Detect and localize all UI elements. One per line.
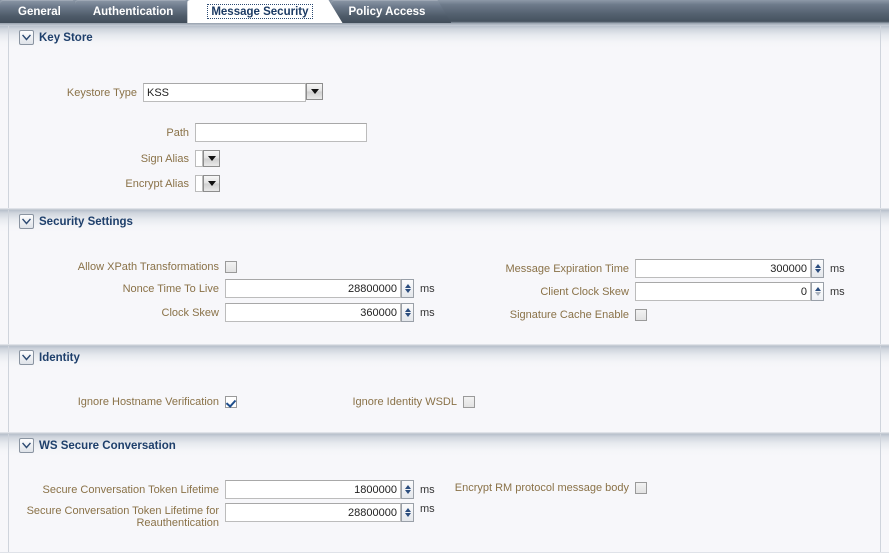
client-clock-skew-spinner[interactable] — [811, 282, 824, 301]
encrypt-rm-checkbox[interactable] — [635, 481, 647, 494]
spinner-down-icon[interactable] — [814, 269, 821, 273]
chevron-down-icon[interactable] — [19, 438, 34, 453]
row-nonce-ttl: Nonce Time To Live ms — [9, 278, 435, 299]
chevron-down-icon[interactable] — [19, 30, 34, 45]
section-identity: Identity Ignore Hostname Verification Ig… — [0, 345, 889, 433]
clock-skew-input[interactable] — [225, 303, 401, 322]
tab-bar: General Authentication Message Security … — [0, 0, 889, 26]
spinner-up-icon[interactable] — [814, 264, 821, 268]
spinner-down-icon[interactable] — [404, 513, 411, 517]
row-ignore-identity-wsdl: Ignore Identity WSDL — [257, 391, 475, 412]
message-expiration-label: Message Expiration Time — [505, 262, 630, 275]
spinner-up-icon[interactable] — [404, 308, 411, 312]
ws-secure-conversation-body: Secure Conversation Token Lifetime ms Se… — [9, 457, 880, 529]
security-settings-body: Allow XPath Transformations Nonce Time T… — [9, 233, 880, 322]
spinner-up-icon[interactable] — [404, 284, 411, 288]
clock-skew-spinner[interactable] — [401, 303, 414, 322]
allow-xpath-label: Allow XPath Transformations — [77, 260, 219, 273]
path-input[interactable] — [195, 123, 367, 142]
chevron-down-icon[interactable] — [19, 350, 34, 365]
key-store-header[interactable]: Key Store — [9, 26, 880, 49]
encrypt-rm-label: Encrypt RM protocol message body — [454, 481, 629, 494]
row-token-lifetime-reauth: Secure Conversation Token Lifetime for R… — [9, 503, 435, 529]
spinner-down-icon[interactable] — [814, 292, 821, 296]
key-store-body: Keystore Type Path Sign Alias — [9, 49, 880, 192]
encrypt-alias-input[interactable] — [195, 175, 203, 192]
identity-body: Ignore Hostname Verification Ignore Iden… — [9, 369, 880, 408]
token-lifetime-reauth-unit: ms — [420, 503, 435, 515]
token-lifetime-reauth-label: Secure Conversation Token Lifetime for R… — [26, 505, 219, 529]
message-security-page: Key Store Keystore Type Path Sign Alias — [0, 26, 889, 553]
row-message-expiration: Message Expiration Time ms — [429, 258, 845, 279]
dropdown-arrow-icon[interactable] — [203, 175, 220, 192]
nonce-ttl-spinner[interactable] — [401, 279, 414, 298]
ignore-identity-wsdl-checkbox[interactable] — [463, 395, 475, 408]
signature-cache-checkbox[interactable] — [635, 308, 647, 321]
tab-authentication[interactable]: Authentication — [75, 0, 200, 23]
section-ws-secure-conversation: WS Secure Conversation Secure Conversati… — [0, 433, 889, 553]
tab-general[interactable]: General — [0, 0, 87, 23]
keystore-type-input[interactable] — [143, 83, 306, 102]
chevron-down-icon[interactable] — [19, 214, 34, 229]
row-path: Path — [9, 122, 367, 143]
tab-message-security-label: Message Security — [207, 4, 312, 19]
row-keystore-type: Keystore Type — [9, 82, 323, 103]
token-lifetime-reauth-spinner[interactable] — [401, 503, 414, 522]
token-lifetime-label: Secure Conversation Token Lifetime — [42, 483, 219, 496]
keystore-type-combo[interactable] — [143, 83, 323, 102]
encrypt-alias-combo[interactable] — [195, 175, 220, 192]
client-clock-skew-unit: ms — [830, 285, 845, 298]
signature-cache-label: Signature Cache Enable — [509, 308, 629, 321]
row-client-clock-skew: Client Clock Skew ms — [429, 281, 845, 302]
spinner-down-icon[interactable] — [404, 289, 411, 293]
encrypt-alias-label: Encrypt Alias — [125, 177, 189, 190]
spinner-up-icon[interactable] — [404, 508, 411, 512]
spinner-up-icon[interactable] — [814, 287, 821, 291]
security-settings-header[interactable]: Security Settings — [9, 210, 880, 233]
tab-list: General Authentication Message Security … — [0, 0, 439, 23]
tab-authentication-label: Authentication — [92, 5, 174, 18]
security-settings-title: Security Settings — [39, 215, 133, 228]
sign-alias-combo[interactable] — [195, 150, 220, 167]
tab-policy-access-label: Policy Access — [348, 5, 426, 18]
dropdown-arrow-icon[interactable] — [203, 150, 220, 167]
keystore-type-label: Keystore Type — [66, 86, 137, 99]
tab-message-security[interactable]: Message Security — [187, 0, 342, 23]
nonce-ttl-input[interactable] — [225, 279, 401, 298]
ignore-hostname-label: Ignore Hostname Verification — [77, 395, 219, 408]
token-lifetime-reauth-input[interactable] — [225, 503, 401, 522]
section-security-settings: Security Settings Allow XPath Transforma… — [0, 209, 889, 345]
ignore-hostname-checkbox[interactable] — [225, 395, 237, 408]
sign-alias-input[interactable] — [195, 150, 203, 167]
row-ignore-hostname: Ignore Hostname Verification — [9, 391, 237, 412]
identity-header[interactable]: Identity — [9, 346, 880, 369]
ignore-identity-wsdl-label: Ignore Identity WSDL — [352, 395, 457, 408]
tab-general-label: General — [18, 5, 61, 18]
row-clock-skew: Clock Skew ms — [9, 302, 435, 323]
ws-secure-conversation-header[interactable]: WS Secure Conversation — [9, 434, 880, 457]
dropdown-arrow-icon[interactable] — [306, 83, 323, 100]
row-signature-cache: Signature Cache Enable — [429, 304, 647, 325]
client-clock-skew-label: Client Clock Skew — [540, 285, 629, 298]
row-sign-alias: Sign Alias — [9, 148, 220, 169]
key-store-title: Key Store — [39, 31, 93, 44]
message-expiration-spinner[interactable] — [811, 259, 824, 278]
clock-skew-label: Clock Skew — [161, 306, 219, 319]
row-encrypt-alias: Encrypt Alias — [9, 173, 220, 194]
section-key-store: Key Store Keystore Type Path Sign Alias — [0, 26, 889, 209]
spinner-down-icon[interactable] — [404, 313, 411, 317]
sign-alias-label: Sign Alias — [140, 152, 189, 165]
ws-secure-conversation-title: WS Secure Conversation — [39, 439, 176, 452]
tab-policy-access[interactable]: Policy Access — [331, 0, 452, 23]
row-allow-xpath: Allow XPath Transformations — [9, 256, 237, 277]
row-encrypt-rm: Encrypt RM protocol message body — [257, 477, 647, 498]
nonce-ttl-label: Nonce Time To Live — [122, 282, 219, 295]
client-clock-skew-input[interactable] — [635, 282, 811, 301]
message-expiration-input[interactable] — [635, 259, 811, 278]
identity-title: Identity — [39, 351, 80, 364]
allow-xpath-checkbox[interactable] — [225, 260, 237, 273]
message-expiration-unit: ms — [830, 262, 845, 275]
path-label: Path — [166, 126, 189, 139]
